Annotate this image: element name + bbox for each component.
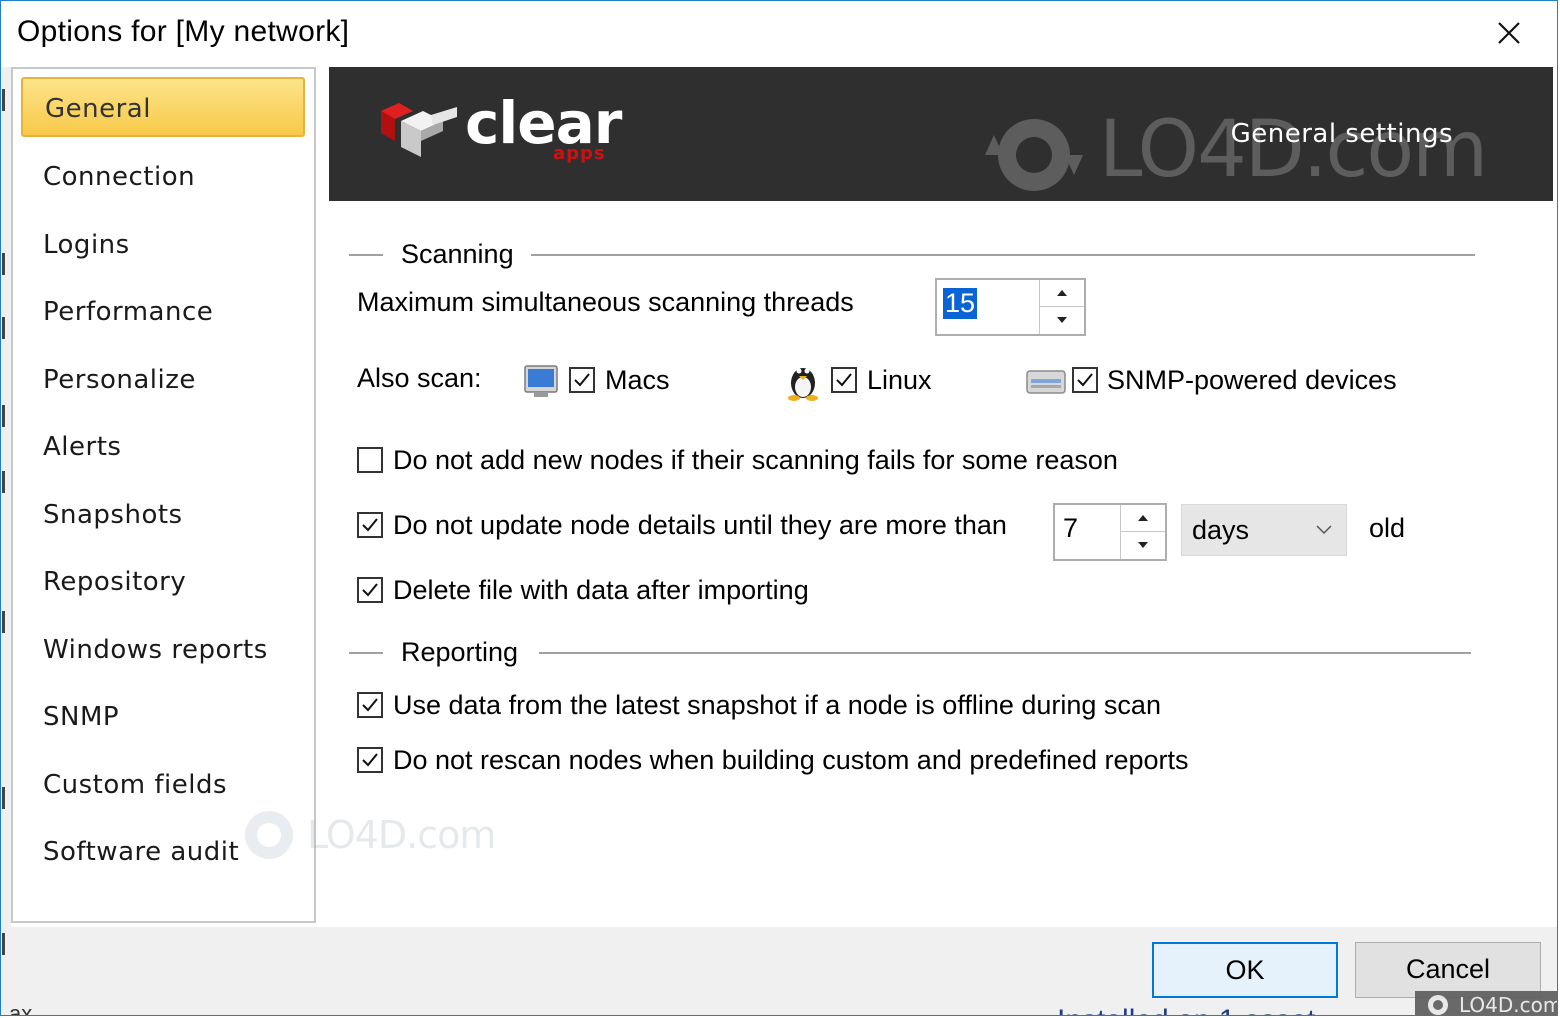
no-update-label: Do not update node details until they ar… — [393, 510, 1007, 540]
sidebar-item-alerts[interactable]: Alerts — [21, 417, 305, 477]
use-latest-snapshot-checkbox[interactable] — [357, 692, 383, 718]
max-threads-increment[interactable] — [1040, 280, 1084, 307]
also-scan-label: Also scan: — [357, 363, 482, 393]
no-rescan-checkbox[interactable] — [357, 747, 383, 773]
ok-button[interactable]: OK — [1152, 942, 1338, 998]
sidebar-item-personalize[interactable]: Personalize — [21, 350, 305, 410]
days-decrement[interactable] — [1121, 532, 1165, 559]
window-title: Options for [My network] — [17, 15, 350, 48]
watermark-globe-icon — [245, 811, 293, 859]
page-title: General settings — [1230, 119, 1453, 149]
old-label: old — [1369, 513, 1406, 543]
checkmark-icon — [1077, 373, 1093, 387]
linux-icon — [788, 368, 818, 401]
snmp-device-icon — [1026, 370, 1066, 394]
macs-checkbox[interactable] — [569, 367, 595, 393]
macs-label: Macs — [605, 365, 670, 395]
clear-apps-logo-icon — [381, 103, 457, 157]
checkmark-icon — [574, 373, 590, 387]
linux-label: Linux — [867, 365, 932, 395]
checkmark-icon — [362, 518, 378, 532]
options-dialog: Options for [My network] General Connect… — [0, 0, 1558, 1016]
sidebar-item-connection[interactable]: Connection — [21, 147, 305, 207]
no-add-failed-checkbox[interactable] — [357, 447, 383, 473]
caret-down-icon — [1138, 542, 1148, 548]
sidebar-item-snmp[interactable]: SNMP — [21, 687, 305, 747]
checkmark-icon — [362, 698, 378, 712]
background-window-strip — [1, 67, 11, 1015]
sidebar: General Connection Logins Performance Pe… — [11, 67, 316, 923]
days-value[interactable]: 7 — [1063, 513, 1078, 544]
header-banner: clear apps LO4D.com General settings — [329, 67, 1553, 201]
chevron-down-icon — [1316, 525, 1332, 535]
max-threads-stepper[interactable]: 15 — [935, 278, 1086, 336]
no-add-failed-label: Do not add new nodes if their scanning f… — [393, 445, 1118, 475]
close-icon — [1498, 22, 1520, 44]
max-threads-value[interactable]: 15 — [943, 288, 978, 319]
lo4d-corner-watermark: LO4D.com — [1415, 991, 1557, 1015]
linux-checkbox[interactable] — [831, 367, 857, 393]
no-rescan-label: Do not rescan nodes when building custom… — [393, 745, 1189, 775]
background-app-text: Installed on 1 asset — [1057, 999, 1316, 1015]
scanning-section-header: Scanning — [349, 239, 1475, 269]
days-unit-value: days — [1192, 515, 1250, 545]
lo4d-watermark: LO4D.com — [239, 807, 496, 863]
sidebar-item-logins[interactable]: Logins — [21, 215, 305, 275]
checkmark-icon — [836, 373, 852, 387]
clear-apps-logo: clear apps — [377, 89, 637, 177]
days-stepper[interactable]: 7 — [1053, 503, 1167, 561]
caret-down-icon — [1057, 317, 1067, 323]
mac-icon — [524, 365, 558, 397]
sidebar-item-performance[interactable]: Performance — [21, 282, 305, 342]
sidebar-item-custom-fields[interactable]: Custom fields — [21, 755, 305, 815]
title-bar: Options for [My network] — [1, 1, 1557, 67]
background-app-text-left: ax — [9, 1001, 33, 1016]
snmp-label: SNMP-powered devices — [1107, 365, 1397, 395]
days-unit-dropdown[interactable]: days — [1181, 504, 1347, 556]
delete-file-checkbox[interactable] — [357, 577, 383, 603]
checkmark-icon — [362, 753, 378, 767]
sidebar-item-repository[interactable]: Repository — [21, 552, 305, 612]
reporting-section-header: Reporting — [349, 637, 1471, 667]
snmp-checkbox[interactable] — [1072, 367, 1098, 393]
use-latest-snapshot-label: Use data from the latest snapshot if a n… — [393, 690, 1161, 720]
caret-up-icon — [1057, 290, 1067, 296]
sidebar-item-snapshots[interactable]: Snapshots — [21, 485, 305, 545]
no-update-checkbox[interactable] — [357, 512, 383, 538]
watermark-globe-icon — [1428, 995, 1448, 1015]
checkmark-icon — [362, 583, 378, 597]
logo-subtext: apps — [553, 143, 606, 164]
max-threads-label: Maximum simultaneous scanning threads — [357, 287, 854, 317]
close-button[interactable] — [1459, 1, 1557, 67]
days-increment[interactable] — [1121, 505, 1165, 532]
delete-file-label: Delete file with data after importing — [393, 575, 809, 605]
cancel-button[interactable]: Cancel — [1355, 942, 1541, 998]
watermark-globe-icon — [985, 119, 1083, 191]
sidebar-item-windows-reports[interactable]: Windows reports — [21, 620, 305, 680]
max-threads-decrement[interactable] — [1040, 307, 1084, 334]
caret-up-icon — [1138, 515, 1148, 521]
sidebar-item-general[interactable]: General — [21, 77, 305, 137]
